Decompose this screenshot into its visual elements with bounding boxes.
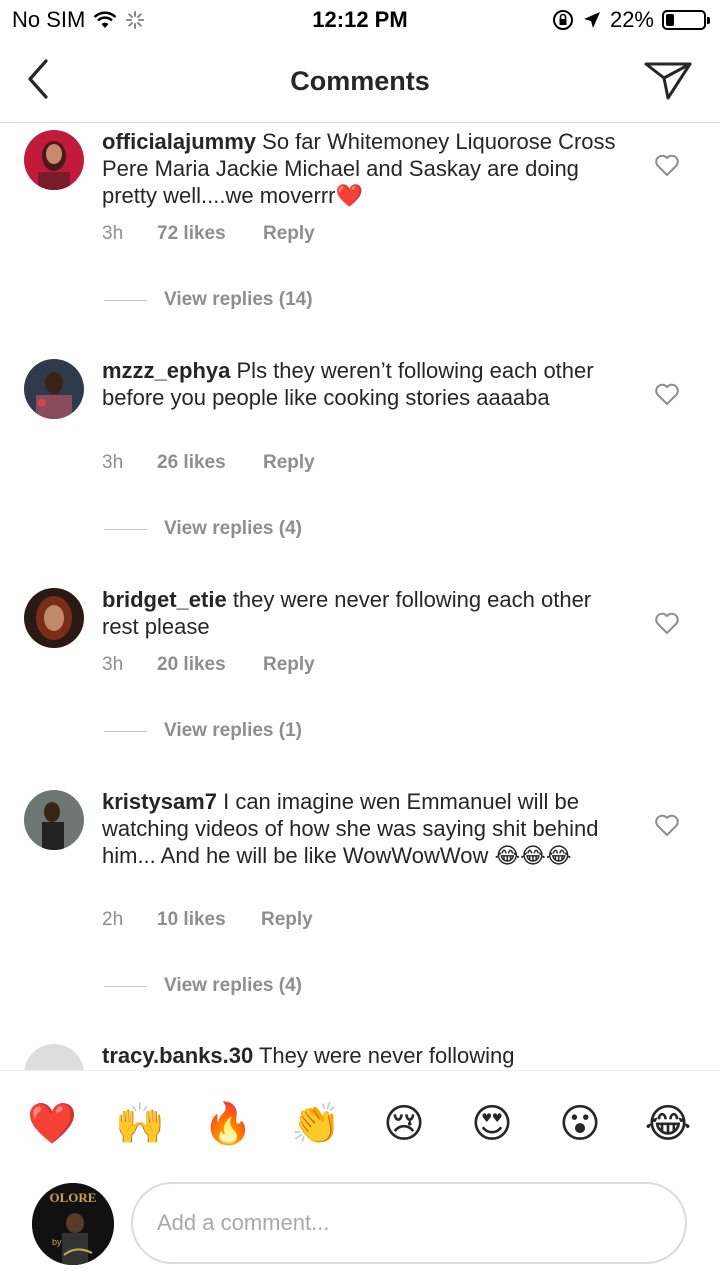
- divider: [104, 730, 147, 732]
- comment-text: bridget_etie they were never following e…: [102, 586, 622, 640]
- like-heart-icon[interactable]: [654, 611, 680, 635]
- comment-meta: 3h 20 likes Reply: [102, 654, 315, 676]
- comment-username[interactable]: tracy.banks.30: [102, 1043, 253, 1068]
- emoji-heart-eyes-button[interactable]: 😍: [462, 1099, 522, 1149]
- comment-username[interactable]: bridget_etie: [102, 587, 227, 612]
- view-replies-button[interactable]: View replies (14): [104, 289, 313, 311]
- emoji-heart-button[interactable]: ❤️: [22, 1099, 82, 1149]
- divider: [104, 528, 147, 530]
- comment-username[interactable]: officialajummy: [102, 129, 256, 154]
- battery-percent: 22%: [609, 7, 654, 32]
- reply-button[interactable]: Reply: [261, 909, 313, 931]
- comment-meta: 3h 72 likes Reply: [102, 223, 315, 245]
- divider: [104, 985, 147, 987]
- like-heart-icon[interactable]: [654, 382, 680, 406]
- comment-meta: 3h 26 likes Reply: [102, 452, 315, 474]
- send-direct-icon[interactable]: [642, 54, 694, 104]
- comment-time: 2h: [102, 909, 124, 930]
- comment-text: tracy.banks.30 They were never following: [102, 1042, 622, 1069]
- view-replies-label: View replies (1): [164, 720, 302, 741]
- emoji-surprised-button[interactable]: 😮: [550, 1099, 610, 1149]
- comment-time: 3h: [102, 223, 124, 244]
- comment-text: mzzz_ephya Pls they weren’t following ea…: [102, 357, 622, 411]
- reply-button[interactable]: Reply: [263, 223, 315, 245]
- avatar[interactable]: [24, 1044, 84, 1070]
- likes-count[interactable]: 26 likes: [157, 452, 263, 474]
- header: Comments: [0, 40, 720, 123]
- avatar[interactable]: [24, 359, 84, 419]
- view-replies-button[interactable]: View replies (4): [104, 518, 302, 540]
- view-replies-label: View replies (14): [164, 289, 313, 310]
- emoji-crying-button[interactable]: 😢: [374, 1099, 434, 1149]
- divider: [104, 299, 147, 301]
- emoji-clap-button[interactable]: 👏: [286, 1099, 346, 1149]
- comment-time: 3h: [102, 452, 124, 473]
- comment-time: 3h: [102, 654, 124, 675]
- view-replies-label: View replies (4): [164, 975, 302, 996]
- battery-icon: [662, 10, 710, 30]
- user-avatar: OLORE by: [32, 1183, 114, 1265]
- location-arrow-icon: [583, 12, 600, 28]
- view-replies-label: View replies (4): [164, 518, 302, 539]
- view-replies-button[interactable]: View replies (4): [104, 975, 302, 997]
- reply-button[interactable]: Reply: [263, 654, 315, 676]
- likes-count[interactable]: 20 likes: [157, 654, 263, 676]
- view-replies-button[interactable]: View replies (1): [104, 720, 302, 742]
- avatar[interactable]: [24, 588, 84, 648]
- comment-body: They were never following: [253, 1043, 515, 1068]
- like-heart-icon[interactable]: [654, 813, 680, 837]
- add-comment-input[interactable]: [131, 1182, 687, 1264]
- like-heart-icon[interactable]: [654, 153, 680, 177]
- comment-meta: 2h 10 likes Reply: [102, 909, 313, 931]
- emoji-raised-hands-button[interactable]: 🙌: [110, 1099, 170, 1149]
- likes-count[interactable]: 72 likes: [157, 223, 263, 245]
- emoji-laughing-button[interactable]: 😂: [638, 1099, 698, 1149]
- comment-list[interactable]: officialajummy So far Whitemoney Liquoro…: [0, 123, 720, 1070]
- emoji-fire-button[interactable]: 🔥: [198, 1099, 258, 1149]
- status-bar: No SIM 12:12 PM 22%: [0, 0, 720, 40]
- reply-button[interactable]: Reply: [263, 452, 315, 474]
- orientation-lock-icon: [552, 10, 573, 30]
- comment-username[interactable]: kristysam7: [102, 789, 217, 814]
- avatar[interactable]: [24, 790, 84, 850]
- emoji-quick-bar: ❤️ 🙌 🔥 👏 😢 😍 😮 😂: [0, 1070, 720, 1180]
- comment-text: officialajummy So far Whitemoney Liquoro…: [102, 128, 622, 209]
- page-title: Comments: [290, 66, 430, 96]
- battery-level: [666, 14, 674, 26]
- comment-text: kristysam7 I can imagine wen Emmanuel wi…: [102, 788, 622, 869]
- avatar-by-text: by: [52, 1237, 62, 1247]
- comment-username[interactable]: mzzz_ephya: [102, 358, 230, 383]
- likes-count[interactable]: 10 likes: [157, 909, 261, 931]
- avatar-brand-text: OLORE: [50, 1190, 97, 1205]
- avatar[interactable]: [24, 130, 84, 190]
- comment-composer: OLORE by: [0, 1180, 720, 1280]
